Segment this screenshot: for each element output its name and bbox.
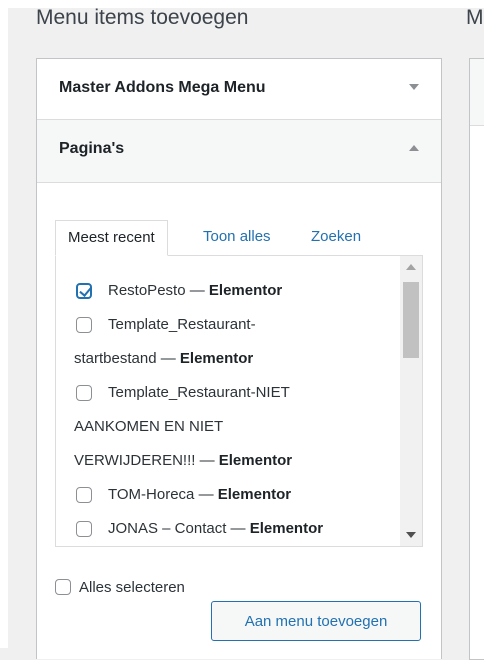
page-title-text: JONAS – Contact — [108, 520, 250, 537]
checkbox[interactable] [76, 317, 92, 333]
menu-structure-panel [469, 58, 484, 660]
page-type-label: Elementor [217, 486, 292, 503]
select-all-checkbox[interactable] [55, 579, 71, 595]
checkbox[interactable] [76, 521, 92, 537]
add-to-menu-button[interactable]: Aan menu toevoegen [211, 601, 421, 641]
accordion-section-pages[interactable]: Pagina's [37, 120, 441, 183]
page-type-label: Elementor [249, 520, 324, 537]
checkbox[interactable] [76, 385, 92, 401]
tab-view-all[interactable]: Toon alles [203, 220, 271, 256]
left-edge [0, 0, 8, 648]
list-item-wrap: startbestand — Elementor [56, 342, 398, 376]
page-type-label: Elementor [208, 282, 283, 299]
list-item[interactable]: Template_Restaurant-NIET [56, 376, 398, 410]
page-title-text: AANKOMEN EN NIET [74, 418, 224, 435]
chevron-up-icon [409, 145, 419, 151]
chevron-down-icon [409, 84, 419, 90]
pages-checklist: RestoPesto — Elementor Template_Restaura… [56, 274, 398, 546]
accordion-section-master-addons[interactable]: Master Addons Mega Menu [37, 59, 441, 120]
page-title-text: VERWIJDEREN!!! — [74, 452, 219, 469]
page-title: Menu items toevoegen [36, 6, 249, 29]
page-title-text: startbestand — [74, 350, 180, 367]
list-scrollbar[interactable] [400, 256, 422, 546]
list-item-wrap: VERWIJDEREN!!! — Elementor [56, 444, 398, 478]
list-item[interactable]: RestoPesto — Elementor [56, 274, 398, 308]
menu-structure-header [470, 59, 484, 126]
page-title-text: TOM-Horeca — [108, 486, 218, 503]
scrollbar-thumb[interactable] [403, 282, 419, 358]
tab-most-recent[interactable]: Meest recent [55, 220, 168, 256]
menu-items-accordion: Master Addons Mega Menu Pagina's Meest r… [36, 58, 442, 659]
select-all-control[interactable]: Alles selecteren [55, 579, 185, 596]
scroll-up-icon[interactable] [406, 264, 416, 270]
page-title-text: RestoPesto — [108, 282, 209, 299]
page-type-label: Elementor [179, 350, 254, 367]
list-item[interactable]: Template_Restaurant- [56, 308, 398, 342]
page-type-label: Elementor [218, 452, 293, 469]
checkbox[interactable] [76, 487, 92, 503]
accordion-section-label: Master Addons Mega Menu [59, 79, 266, 96]
pages-checklist-panel: RestoPesto — Elementor Template_Restaura… [55, 255, 423, 547]
page-title-text: Template_Restaurant-NIET [108, 384, 290, 401]
scroll-down-icon[interactable] [406, 532, 416, 538]
menu-structure-title: M [466, 6, 484, 29]
list-item[interactable]: TOM-Horeca — Elementor [56, 478, 398, 512]
list-item-wrap: AANKOMEN EN NIET [56, 410, 398, 444]
accordion-section-label: Pagina's [59, 140, 125, 157]
tab-search[interactable]: Zoeken [311, 220, 361, 256]
page-title-text: Template_Restaurant- [108, 316, 256, 333]
pages-tabs: Meest recent Toon alles Zoeken [55, 220, 395, 256]
select-all-label: Alles selecteren [79, 579, 185, 596]
list-item[interactable]: JONAS – Contact — Elementor [56, 512, 398, 546]
checkbox-checked[interactable] [76, 283, 92, 299]
